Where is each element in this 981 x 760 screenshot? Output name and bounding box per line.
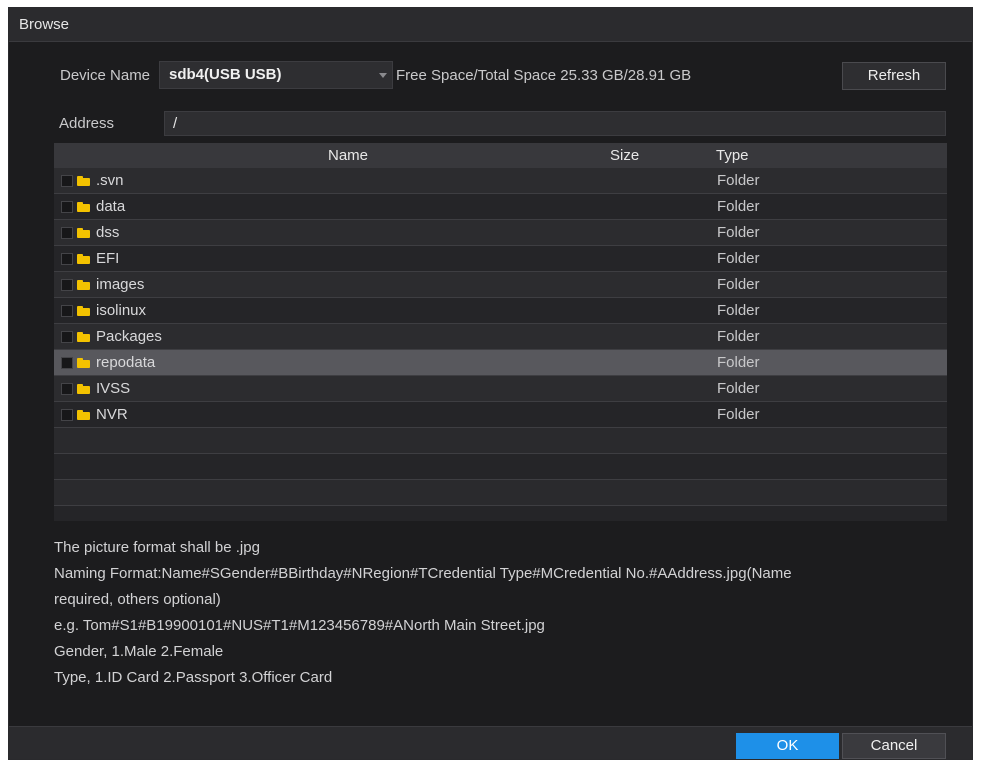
refresh-button[interactable]: Refresh <box>842 62 946 90</box>
note-line: Naming Format:Name#SGender#BBirthday#NRe… <box>54 565 792 582</box>
note-line: Gender, 1.Male 2.Female <box>54 643 224 660</box>
row-checkbox[interactable] <box>61 227 73 239</box>
device-name-value: sdb4(USB USB) <box>169 66 282 83</box>
row-checkbox[interactable] <box>61 331 73 343</box>
row-checkbox[interactable] <box>61 409 73 421</box>
row-name: data <box>96 198 126 215</box>
row-name: EFI <box>96 250 120 267</box>
folder-icon <box>77 306 90 316</box>
table-header: Name Size Type <box>54 143 947 168</box>
empty-row <box>54 454 947 480</box>
table-row[interactable]: NVR Folder <box>54 402 947 428</box>
note-line: required, others optional) <box>54 591 221 608</box>
row-name: isolinux <box>96 302 147 319</box>
row-type: Folder <box>717 328 760 345</box>
row-type: Folder <box>717 406 760 423</box>
empty-row <box>54 428 947 454</box>
device-name-select[interactable]: sdb4(USB USB) <box>159 61 393 89</box>
column-header-size[interactable]: Size <box>610 147 639 164</box>
format-notes: The picture format shall be .jpg Naming … <box>54 535 954 691</box>
row-checkbox[interactable] <box>61 383 73 395</box>
dialog-title: Browse <box>19 16 70 33</box>
table-row[interactable]: images Folder <box>54 272 947 298</box>
title-bar[interactable]: Browse <box>9 8 972 42</box>
row-name: IVSS <box>96 380 131 397</box>
empty-row <box>54 480 947 506</box>
row-name: images <box>96 276 145 293</box>
cancel-button[interactable]: Cancel <box>842 733 946 759</box>
row-type: Folder <box>717 302 760 319</box>
space-info: Free Space/Total Space 25.33 GB/28.91 GB <box>396 67 692 84</box>
folder-icon <box>77 384 90 394</box>
row-type: Folder <box>717 250 760 267</box>
row-type: Folder <box>717 380 760 397</box>
row-checkbox[interactable] <box>61 175 73 187</box>
table-row[interactable]: EFI Folder <box>54 246 947 272</box>
ok-button[interactable]: OK <box>736 733 839 759</box>
table-row[interactable]: isolinux Folder <box>54 298 947 324</box>
table-row[interactable]: repodata Folder <box>54 350 947 376</box>
row-name: NVR <box>96 406 128 423</box>
folder-icon <box>77 202 90 212</box>
table-row[interactable]: Packages Folder <box>54 324 947 350</box>
row-type: Folder <box>717 198 760 215</box>
row-type: Folder <box>717 276 760 293</box>
folder-icon <box>77 176 90 186</box>
folder-icon <box>77 280 90 290</box>
chevron-down-icon <box>379 73 387 78</box>
folder-icon <box>77 254 90 264</box>
row-name: Packages <box>96 328 162 345</box>
row-type: Folder <box>717 224 760 241</box>
row-name: .svn <box>96 172 124 189</box>
note-line: Type, 1.ID Card 2.Passport 3.Officer Car… <box>54 669 333 686</box>
row-name: dss <box>96 224 120 241</box>
table-row[interactable]: IVSS Folder <box>54 376 947 402</box>
table-row[interactable]: .svn Folder <box>54 168 947 194</box>
row-checkbox[interactable] <box>61 253 73 265</box>
folder-icon <box>77 228 90 238</box>
browse-dialog: Browse Device Name sdb4(USB USB) Free Sp… <box>8 7 973 760</box>
row-checkbox[interactable] <box>61 305 73 317</box>
address-label: Address <box>59 115 115 132</box>
folder-icon <box>77 410 90 420</box>
column-header-name[interactable]: Name <box>328 147 368 164</box>
row-type: Folder <box>717 354 760 371</box>
folder-icon <box>77 332 90 342</box>
address-input[interactable]: / <box>164 111 946 136</box>
row-checkbox[interactable] <box>61 201 73 213</box>
note-line: The picture format shall be .jpg <box>54 539 260 556</box>
address-value: / <box>173 115 178 132</box>
empty-row <box>54 506 947 521</box>
folder-icon <box>77 358 90 368</box>
file-table: Name Size Type .svn Folder data Folder dss Fo… <box>54 143 947 521</box>
table-row[interactable]: dss Folder <box>54 220 947 246</box>
note-line: e.g. Tom#S1#B19900101#NUS#T1#M123456789#… <box>54 617 545 634</box>
row-checkbox[interactable] <box>61 279 73 291</box>
device-name-label: Device Name <box>60 67 151 84</box>
row-type: Folder <box>717 172 760 189</box>
column-header-type[interactable]: Type <box>716 147 749 164</box>
row-checkbox[interactable] <box>61 357 73 369</box>
dialog-footer: OK Cancel <box>9 726 972 759</box>
row-name: repodata <box>96 354 156 371</box>
table-row[interactable]: data Folder <box>54 194 947 220</box>
